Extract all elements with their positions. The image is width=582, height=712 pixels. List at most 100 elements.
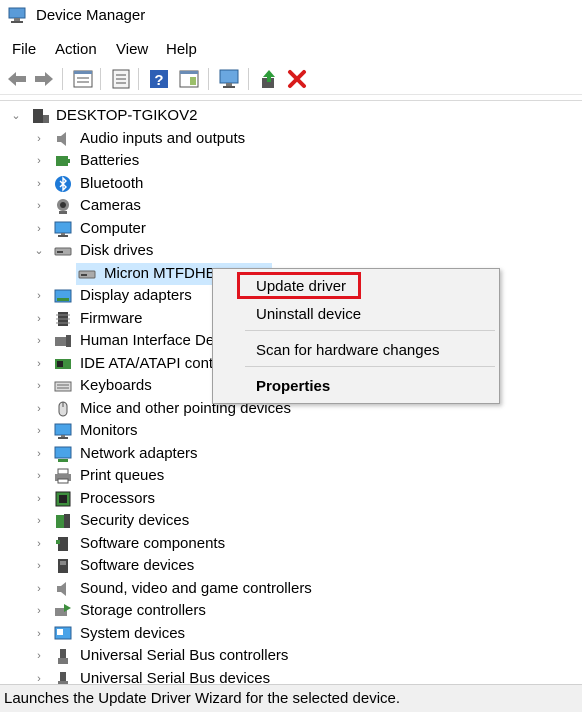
chevron-right-icon[interactable]: ›	[33, 583, 45, 595]
tree-item-label: Monitors	[80, 422, 138, 439]
chevron-right-icon[interactable]: ›	[33, 380, 45, 392]
tree-item-label: Computer	[80, 220, 146, 237]
tree-item-label: Print queues	[80, 467, 165, 484]
tree-category-item[interactable]: › Print queues	[0, 465, 582, 487]
menu-item-uninstall-device[interactable]: Uninstall device	[256, 306, 361, 323]
tree-category-item[interactable]: › System devices	[0, 623, 582, 645]
back-icon[interactable]	[6, 68, 28, 90]
toolbar-separator	[100, 68, 101, 90]
toolbar-separator	[208, 68, 209, 90]
tree-category-item[interactable]: › Storage controllers	[0, 600, 582, 622]
toolbar-separator	[62, 68, 63, 90]
chevron-down-icon[interactable]: ⌄	[33, 245, 45, 257]
printer-icon	[55, 468, 71, 484]
properties-view-icon[interactable]	[72, 68, 94, 90]
tree-category-item[interactable]: › Computer	[0, 218, 582, 240]
grid-view-icon[interactable]	[110, 68, 132, 90]
keyboard-icon	[54, 381, 72, 392]
chevron-right-icon[interactable]: ›	[33, 403, 45, 415]
chevron-right-icon[interactable]: ›	[33, 493, 45, 505]
chevron-right-icon[interactable]: ›	[33, 605, 45, 617]
scan-hardware-icon[interactable]	[218, 68, 240, 90]
menu-file[interactable]: File	[12, 41, 36, 58]
network-icon	[54, 446, 72, 462]
tree-category-item[interactable]: › Audio inputs and outputs	[0, 128, 582, 150]
monitor-icon	[54, 423, 72, 439]
chevron-right-icon[interactable]: ›	[33, 155, 45, 167]
menu-item-update-driver[interactable]: Update driver	[256, 278, 346, 295]
menu-help[interactable]: Help	[166, 41, 197, 58]
chevron-right-icon[interactable]: ›	[33, 538, 45, 550]
tree-item-label: Audio inputs and outputs	[80, 130, 246, 147]
tree-category-item[interactable]: › Batteries	[0, 150, 582, 172]
chevron-right-icon[interactable]: ›	[33, 425, 45, 437]
usb-icon	[58, 672, 68, 685]
help-icon[interactable]: ?	[148, 68, 170, 90]
tree-category-item[interactable]: › Cameras	[0, 195, 582, 217]
software-component-icon	[56, 537, 68, 551]
tree-category-item[interactable]: › Universal Serial Bus controllers	[0, 645, 582, 667]
menu-item-scan-hardware[interactable]: Scan for hardware changes	[256, 342, 439, 359]
tree-item-label: Keyboards	[80, 377, 152, 394]
menu-bar: File Action View Help	[0, 38, 582, 62]
forward-icon[interactable]	[33, 68, 55, 90]
panel-icon[interactable]	[178, 68, 200, 90]
processor-icon	[55, 491, 71, 507]
svg-text:?: ?	[154, 72, 163, 89]
tree-category-item[interactable]: › Universal Serial Bus devices	[0, 668, 582, 685]
ide-icon	[55, 359, 71, 369]
chevron-right-icon[interactable]: ›	[33, 470, 45, 482]
uninstall-icon[interactable]	[286, 68, 308, 90]
toolbar-separator	[248, 68, 249, 90]
chevron-right-icon[interactable]: ›	[33, 133, 45, 145]
tree-root[interactable]: ⌄ DESKTOP-TGIKOV2	[0, 105, 582, 127]
chevron-right-icon[interactable]: ›	[33, 200, 45, 212]
tree-item-label: Disk drives	[80, 242, 154, 259]
chevron-right-icon[interactable]: ›	[33, 448, 45, 460]
tree-category-item[interactable]: › Network adapters	[0, 443, 582, 465]
tree-category-item[interactable]: › Processors	[0, 488, 582, 510]
tree-category-item[interactable]: ⌄ Disk drives	[0, 240, 582, 262]
camera-icon	[57, 199, 69, 214]
tree-item-label: Network adapters	[80, 445, 198, 462]
disk-icon	[78, 270, 96, 279]
bluetooth-icon	[55, 176, 71, 192]
menu-action[interactable]: Action	[55, 41, 97, 58]
chevron-right-icon[interactable]: ›	[33, 560, 45, 572]
speaker-icon	[57, 132, 66, 146]
speaker-icon	[57, 582, 66, 596]
tree-item-label: Security devices	[80, 512, 190, 529]
tree-item-label: Sound, video and game controllers	[80, 580, 312, 597]
tree-category-item[interactable]: › Bluetooth	[0, 173, 582, 195]
tree-item-label: Cameras	[80, 197, 141, 214]
system-icon	[54, 626, 72, 640]
tree-category-item[interactable]: › Monitors	[0, 420, 582, 442]
chevron-right-icon[interactable]: ›	[33, 290, 45, 302]
update-driver-icon[interactable]	[258, 68, 280, 90]
tree-item-label: Universal Serial Bus devices	[80, 670, 271, 685]
tree-category-item[interactable]: › Software components	[0, 533, 582, 555]
title-bar: Device Manager	[0, 0, 582, 32]
chevron-right-icon[interactable]: ›	[33, 313, 45, 325]
tree-category-item[interactable]: › Sound, video and game controllers	[0, 578, 582, 600]
firmware-icon	[56, 312, 70, 326]
tree-item-label: System devices	[80, 625, 186, 642]
menu-view[interactable]: View	[116, 41, 148, 58]
chevron-right-icon[interactable]: ›	[33, 650, 45, 662]
tree-category-item[interactable]: › Security devices	[0, 510, 582, 532]
chevron-right-icon[interactable]: ›	[33, 335, 45, 347]
chevron-right-icon[interactable]: ›	[33, 178, 45, 190]
chevron-down-icon[interactable]: ⌄	[10, 110, 22, 122]
tree-item-label: Bluetooth	[80, 175, 144, 192]
status-bar: Launches the Update Driver Wizard for th…	[0, 684, 582, 712]
menu-item-properties[interactable]: Properties	[256, 378, 330, 395]
tree-item-label: Storage controllers	[80, 602, 206, 619]
chevron-right-icon[interactable]: ›	[33, 515, 45, 527]
disk-icon	[54, 247, 72, 256]
monitor-icon	[54, 221, 72, 237]
chevron-right-icon[interactable]: ›	[33, 358, 45, 370]
tree-category-item[interactable]: › Software devices	[0, 555, 582, 577]
chevron-right-icon[interactable]: ›	[33, 223, 45, 235]
chevron-right-icon[interactable]: ›	[33, 628, 45, 640]
window-title: Device Manager	[36, 7, 146, 24]
